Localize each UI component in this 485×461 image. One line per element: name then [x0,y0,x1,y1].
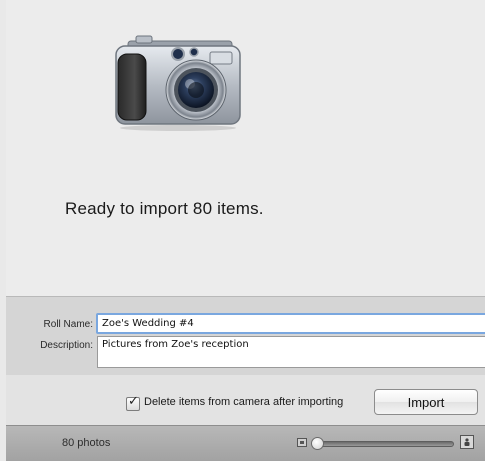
checkmark-icon: ✓ [128,394,139,409]
roll-info-form: Roll Name: Description: Pictures from Zo… [6,296,485,376]
large-thumbnail-icon[interactable] [460,435,474,449]
camera-import-panel: Ready to import 80 items. Roll Name: Des… [0,0,485,461]
roll-name-input[interactable] [96,313,485,334]
description-label: Description: [40,340,93,351]
import-options: ✓ Delete items from camera after importi… [6,375,485,425]
camera-icon [106,32,246,132]
thumbnail-size-slider[interactable] [314,441,454,447]
description-input[interactable]: Pictures from Zoe's reception [97,336,485,368]
thumbnail-size-slider-thumb[interactable] [311,437,324,450]
delete-after-import-checkbox[interactable]: ✓ [126,394,140,411]
import-button[interactable]: Import [374,389,478,415]
footer-status-bar: 80 photos [6,425,485,461]
roll-name-label: Roll Name: [43,319,93,330]
delete-after-import-label[interactable]: Delete items from camera after importing [144,396,343,408]
import-status-area: Ready to import 80 items. [6,0,485,296]
photo-count: 80 photos [62,437,111,449]
small-thumbnail-icon[interactable] [297,438,307,447]
import-status-message: Ready to import 80 items. [65,199,264,218]
